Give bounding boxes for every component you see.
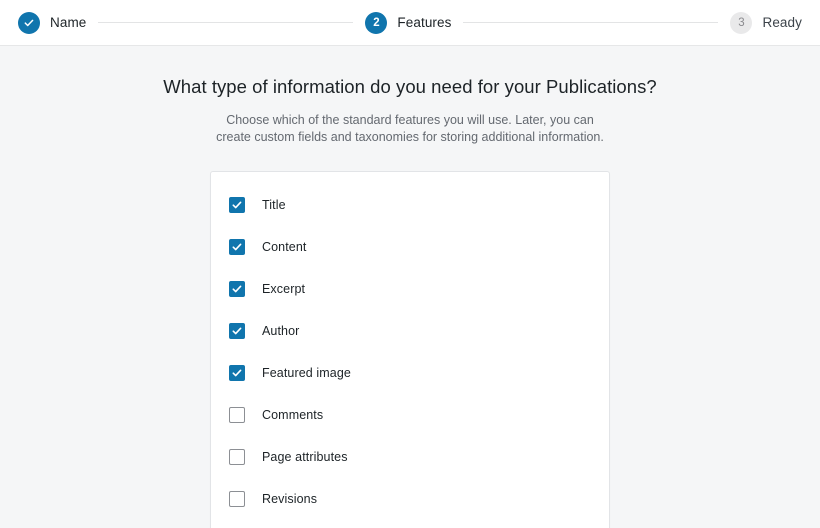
checkbox-checked-icon[interactable]	[229, 239, 245, 255]
feature-row[interactable]: Title	[211, 184, 609, 226]
feature-row[interactable]: Featured image	[211, 352, 609, 394]
checkbox-checked-icon[interactable]	[229, 197, 245, 213]
check-icon	[18, 11, 40, 34]
intro-block: What type of information do you need for…	[0, 75, 820, 146]
wizard-step-name[interactable]: Name	[18, 11, 87, 34]
wizard-step-features[interactable]: 2 Features	[365, 11, 452, 34]
checkbox-unchecked-icon[interactable]	[229, 491, 245, 507]
checkbox-unchecked-icon[interactable]	[229, 449, 245, 465]
feature-label: Excerpt	[262, 282, 306, 296]
step-indicator: Name 2 Features 3 Ready	[0, 0, 820, 45]
wizard-step-features-label: Features	[397, 15, 452, 30]
step-number-badge: 3	[730, 11, 753, 34]
feature-label: Content	[262, 240, 307, 254]
feature-row[interactable]: Comments	[211, 394, 609, 436]
checkbox-unchecked-icon[interactable]	[229, 407, 245, 423]
checkbox-checked-icon[interactable]	[229, 281, 245, 297]
page-body: What type of information do you need for…	[0, 46, 820, 528]
features-card-wrap: Title Content Excerpt Author Featured image C…	[210, 171, 610, 528]
page-title: What type of information do you need for…	[163, 76, 657, 97]
feature-label: Page attributes	[262, 450, 348, 464]
wizard-header: Name 2 Features 3 Ready	[0, 0, 820, 46]
wizard-step-name-label: Name	[50, 15, 87, 30]
page-subtitle: Choose which of the standard features yo…	[216, 113, 604, 144]
feature-label: Title	[262, 198, 286, 212]
checkbox-checked-icon[interactable]	[229, 365, 245, 381]
feature-label: Revisions	[262, 492, 318, 506]
feature-label: Author	[262, 324, 300, 338]
feature-row[interactable]: Author	[211, 310, 609, 352]
wizard-step-ready-label: Ready	[762, 15, 802, 30]
feature-row[interactable]: Content	[211, 226, 609, 268]
features-checklist-card: Title Content Excerpt Author Featured image C…	[210, 171, 610, 528]
feature-label: Featured image	[262, 366, 351, 380]
step-number-badge: 2	[365, 11, 388, 34]
step-connector-2	[463, 22, 719, 23]
feature-row[interactable]: Revisions	[211, 478, 609, 520]
feature-label: Comments	[262, 408, 324, 422]
feature-row[interactable]: Page attributes	[211, 436, 609, 478]
step-connector-1	[98, 22, 354, 23]
checkbox-checked-icon[interactable]	[229, 323, 245, 339]
wizard-step-ready[interactable]: 3 Ready	[730, 11, 802, 34]
feature-row[interactable]: Excerpt	[211, 268, 609, 310]
